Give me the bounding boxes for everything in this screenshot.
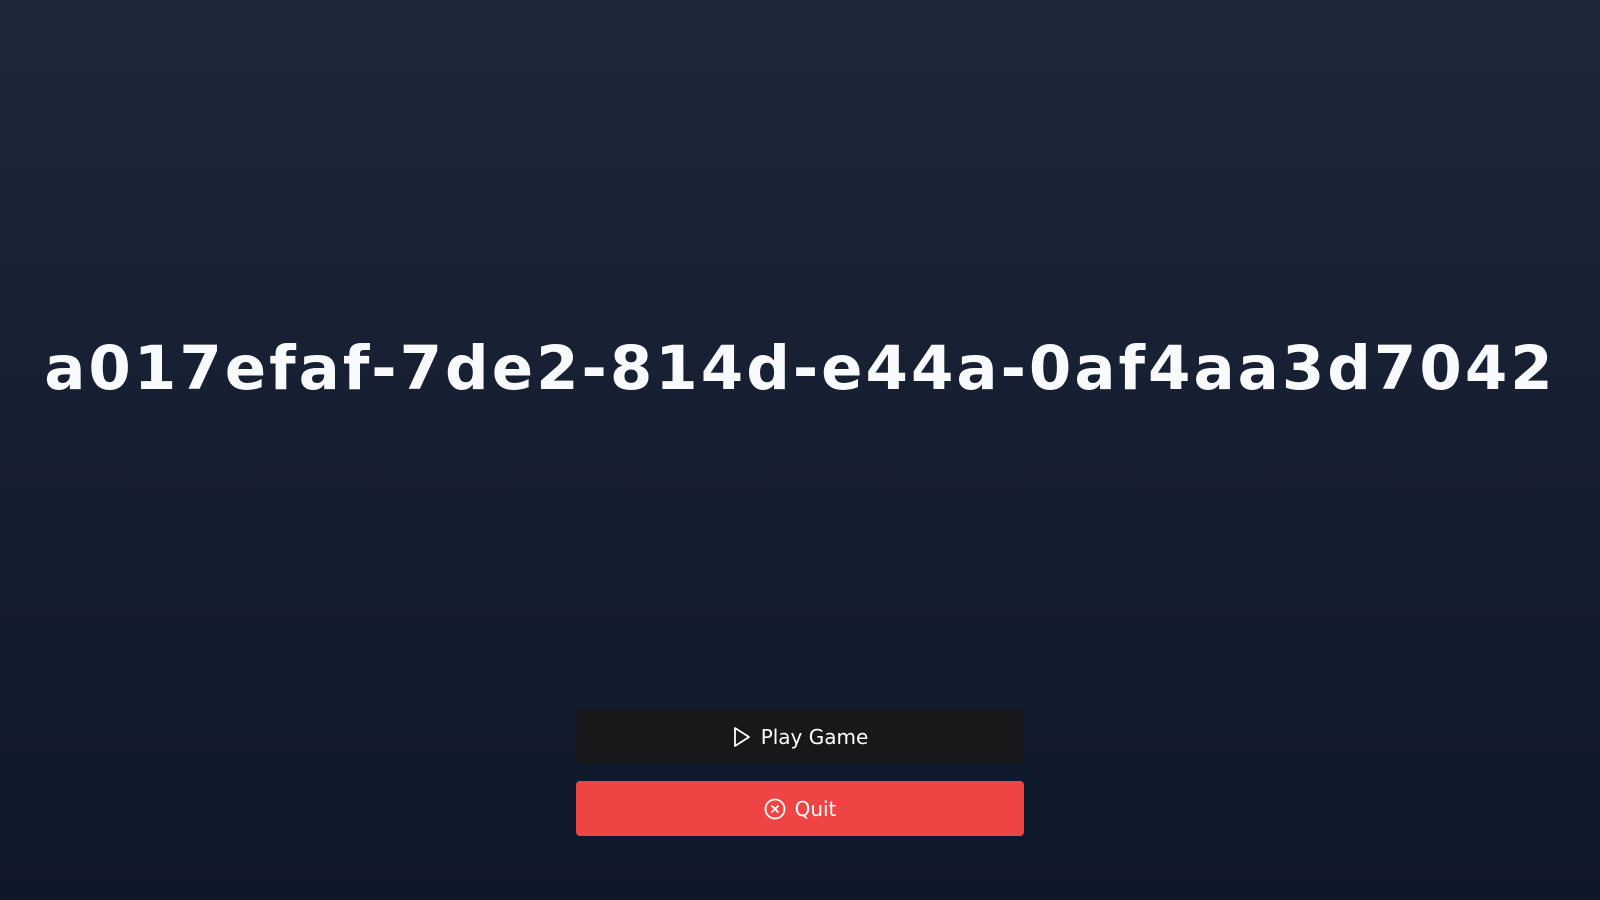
main-menu: Play Game Quit <box>576 709 1024 836</box>
play-icon <box>732 726 752 748</box>
quit-label: Quit <box>794 796 837 821</box>
play-game-button[interactable]: Play Game <box>576 709 1024 764</box>
game-title: a017efaf-7de2-814d-e44a-0af4aa3d7042 <box>44 333 1556 404</box>
circle-x-icon <box>764 798 786 820</box>
play-game-label: Play Game <box>760 724 869 749</box>
quit-button[interactable]: Quit <box>576 781 1024 836</box>
